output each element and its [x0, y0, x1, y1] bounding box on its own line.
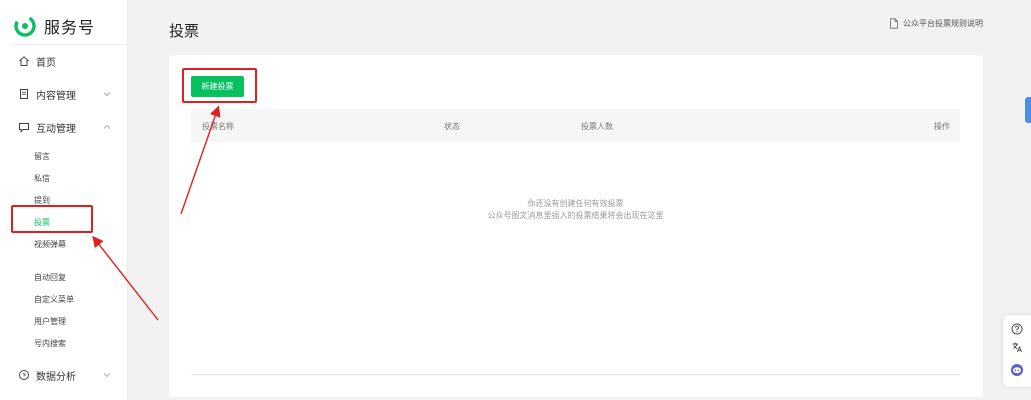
sidebar-item-label: 互动管理 — [36, 123, 76, 135]
table-bottom-divider — [191, 374, 960, 375]
clock-icon — [18, 369, 30, 381]
sidebar-item-interaction[interactable]: 互动管理 — [18, 118, 111, 136]
highlight-box-vote-menu — [11, 205, 93, 233]
chevron-down-icon — [102, 370, 112, 380]
home-icon — [18, 55, 30, 67]
empty-state: 你还没有创建任何有效投票 公众号图文消息里插入的投票结果将会出现在这里 — [191, 198, 960, 222]
chevron-down-icon — [102, 89, 112, 99]
sidebar-subitem-messages[interactable]: 私信 — [34, 171, 50, 185]
sidebar-item-home[interactable]: 首页 — [18, 52, 56, 70]
translate-icon[interactable] — [1010, 340, 1024, 354]
file-icon — [889, 18, 899, 29]
chevron-up-icon — [102, 122, 112, 132]
help-link-label: 公众平台投票规则说明 — [903, 19, 983, 28]
document-icon — [18, 88, 30, 100]
help-icon[interactable] — [1010, 322, 1024, 336]
brand-name: 服务号 — [44, 18, 96, 37]
sidebar-subitem-video-danmaku[interactable]: 视频弹幕 — [34, 237, 66, 251]
sidebar-subitem-account-search[interactable]: 号内搜索 — [34, 336, 66, 350]
sidebar-subitem-auto-reply[interactable]: 自动回复 — [34, 270, 66, 284]
column-header-vote-name: 投票名称 — [202, 122, 234, 131]
vote-rules-link[interactable]: 公众平台投票规则说明 — [889, 18, 983, 29]
column-header-actions: 操作 — [934, 122, 950, 131]
wechat-logo-icon — [14, 15, 36, 37]
sidebar-item-label: 内容管理 — [36, 90, 76, 102]
empty-state-line: 你还没有创建任何有效投票 — [527, 199, 624, 208]
floating-toolbar — [1003, 315, 1031, 387]
sidebar-subitem-user-management[interactable]: 用户管理 — [34, 314, 66, 328]
divider — [12, 44, 128, 45]
sidebar-item-label: 首页 — [36, 57, 56, 69]
sidebar-subitem-custom-menu[interactable]: 自定义菜单 — [34, 292, 74, 306]
empty-state-line: 公众号图文消息里插入的投票结果将会出现在这里 — [487, 211, 664, 220]
column-header-voters: 投票人数 — [581, 122, 613, 131]
column-header-status: 状态 — [444, 122, 460, 131]
sidebar-item-content[interactable]: 内容管理 — [18, 85, 111, 103]
sidebar: 服务号 首页 内容管理 互动管理 留言 私信 提到 投票 视频弹幕 自动回复 自… — [0, 0, 128, 400]
brand[interactable]: 服务号 — [14, 12, 95, 40]
chat-icon — [18, 121, 30, 133]
sidebar-subitem-comments[interactable]: 留言 — [34, 149, 50, 163]
vote-card — [169, 55, 983, 397]
feedback-tab[interactable] — [1025, 97, 1031, 123]
page-title: 投票 — [169, 22, 200, 40]
sidebar-item-analytics[interactable]: 数据分析 — [18, 366, 111, 384]
sidebar-item-label: 数据分析 — [36, 371, 76, 383]
table-header: 投票名称 状态 投票人数 操作 — [191, 109, 960, 142]
highlight-box-new-vote — [182, 68, 257, 103]
assistant-icon[interactable] — [1010, 363, 1024, 377]
